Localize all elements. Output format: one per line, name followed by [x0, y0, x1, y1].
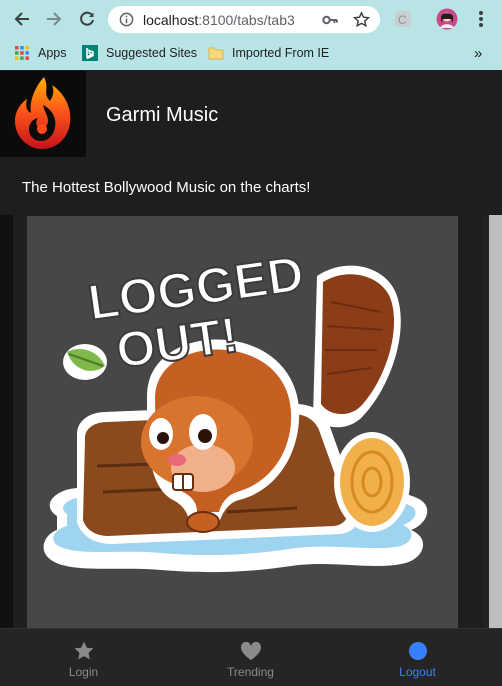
url-text: localhost:8100/tabs/tab3 [143, 12, 295, 28]
bookmarks-overflow[interactable]: » [474, 44, 482, 62]
apps-grid-icon [15, 46, 29, 60]
scrollbar-edge [483, 215, 489, 628]
extension-icon: C [395, 11, 411, 27]
back-button[interactable] [11, 8, 33, 30]
bookmark-label: Imported From IE [232, 46, 330, 60]
address-bar[interactable]: localhost:8100/tabs/tab3 [108, 6, 380, 33]
flame-logo-icon [15, 77, 71, 149]
extension-button[interactable]: C [392, 8, 414, 30]
bing-icon [82, 45, 98, 61]
address-row: localhost:8100/tabs/tab3 C [0, 0, 502, 38]
tab-icon-wrap [73, 640, 95, 662]
svg-text:C: C [398, 13, 407, 27]
back-arrow-icon [14, 12, 29, 26]
page-subtitle: The Hottest Bollywood Music on the chart… [22, 179, 311, 196]
tab-label: Login [68, 665, 99, 679]
circle-icon [408, 642, 427, 660]
tab-login[interactable]: Login [0, 629, 167, 686]
key-icon[interactable] [322, 13, 338, 27]
reload-button[interactable] [76, 8, 98, 30]
beaver-sticker-image: LOGGED OUT! [43, 244, 428, 573]
menu-button[interactable] [470, 8, 492, 30]
forward-button[interactable] [43, 8, 65, 30]
star-icon [74, 641, 93, 660]
app-logo [0, 71, 86, 157]
tab-icon-wrap [408, 640, 428, 662]
bookmark-imported-from-ie[interactable]: Imported From IE [208, 44, 329, 62]
tab-icon-wrap [240, 640, 262, 662]
content-left-edge [0, 215, 13, 628]
tab-trending[interactable]: Trending [167, 629, 334, 686]
tab-logout[interactable]: Logout [334, 629, 501, 686]
browser-chrome: localhost:8100/tabs/tab3 C Apps Suggeste… [0, 0, 502, 70]
tab-label: Trending [227, 665, 274, 679]
bookmark-suggested-sites[interactable]: Suggested Sites [82, 44, 197, 62]
bookmarks-bar: Apps Suggested Sites Imported From IE » [0, 38, 502, 68]
bookmark-star-icon[interactable] [353, 11, 370, 28]
avatar-icon [436, 8, 458, 30]
folder-icon [208, 47, 224, 60]
bookmark-label: Suggested Sites [106, 46, 198, 60]
info-icon [119, 12, 134, 27]
more-vert-icon [479, 11, 483, 27]
bookmark-apps[interactable]: Apps [14, 44, 67, 62]
heart-icon [240, 641, 261, 661]
bookmark-label: Apps [38, 46, 67, 60]
tab-bar: Login Trending Logout [0, 628, 502, 686]
tab-label: Logout [399, 665, 436, 679]
app-title: Garmi Music [106, 104, 219, 126]
url-path: :8100/tabs/tab3 [198, 12, 295, 28]
logged-out-card: LOGGED OUT! [27, 216, 458, 629]
url-host: localhost [143, 12, 199, 28]
profile-button[interactable] [436, 8, 458, 30]
forward-arrow-icon [47, 12, 62, 26]
overflow-chevron: » [474, 44, 483, 62]
reload-icon [80, 11, 94, 26]
